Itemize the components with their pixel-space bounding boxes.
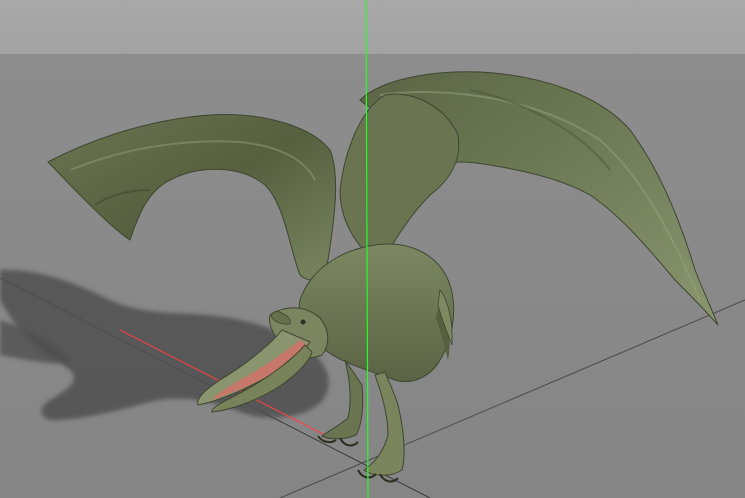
left-wing: [47, 114, 337, 281]
3d-viewport[interactable]: [0, 0, 745, 498]
scene-render[interactable]: [0, 0, 745, 498]
right-wing-arm: [339, 93, 460, 266]
